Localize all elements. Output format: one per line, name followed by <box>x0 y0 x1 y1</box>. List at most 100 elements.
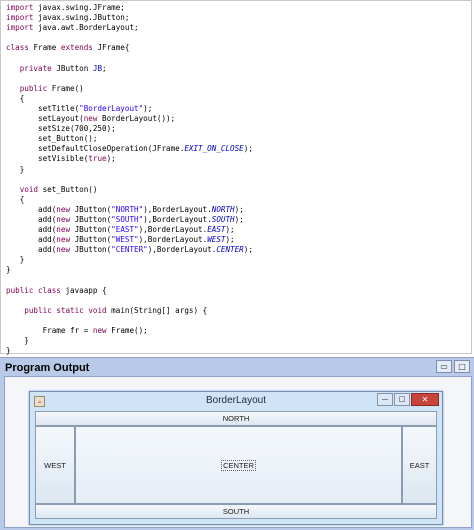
center-button[interactable]: CENTER <box>75 426 402 504</box>
code-line: void set_Button() <box>6 185 471 195</box>
code-token: new <box>56 225 75 235</box>
window-content: NORTH WEST CENTER EAST SOUTH <box>35 411 437 519</box>
code-line: add(new JButton("EAST"),BorderLayout.EAS… <box>6 225 471 235</box>
code-token: ); <box>243 245 253 255</box>
code-token: ),BorderLayout. <box>143 204 212 214</box>
code-token: new <box>83 114 103 124</box>
code-token: ),BorderLayout. <box>138 235 208 245</box>
code-token: JButton( <box>74 235 112 245</box>
code-line: { <box>6 195 471 205</box>
code-token: } <box>6 265 11 275</box>
output-maximize-button[interactable]: □ <box>454 360 470 373</box>
code-token: new <box>56 214 75 224</box>
code-line: import javax.swing.JButton; <box>6 13 471 23</box>
code-line: setVisible(true); <box>6 154 471 164</box>
code-token: setTitle( <box>6 103 80 113</box>
code-token: ; <box>102 63 107 73</box>
code-token: set_Button(); <box>6 134 98 144</box>
code-token: javaapp { <box>65 285 107 295</box>
code-token: javax.swing.JFrame; <box>38 3 125 12</box>
code-line: import java.awt.BorderLayout; <box>6 23 471 33</box>
code-token: JFrame{ <box>97 43 130 53</box>
code-line: public class javaapp { <box>6 286 471 296</box>
code-token: import <box>6 13 39 23</box>
code-token: import <box>6 3 39 12</box>
code-token: BorderLayout()); <box>102 114 176 124</box>
code-token: JButton( <box>74 245 112 255</box>
code-line: import javax.swing.JFrame; <box>6 3 471 13</box>
code-token: JButton <box>56 63 93 73</box>
east-button[interactable]: EAST <box>402 426 437 504</box>
output-minimize-button[interactable]: ▭ <box>436 360 452 373</box>
code-token: "SOUTH" <box>111 214 144 224</box>
code-line: } <box>6 265 471 275</box>
code-token: JButton( <box>74 225 112 235</box>
west-button[interactable]: WEST <box>35 426 75 504</box>
code-token: javax.swing.JButton; <box>38 13 130 23</box>
code-token: setVisible( <box>6 154 89 164</box>
borderlayout-window: ☕ BorderLayout — □ ✕ NORTH WEST CENTER E… <box>29 391 443 525</box>
window-titlebar[interactable]: ☕ BorderLayout — □ ✕ <box>30 392 442 409</box>
code-token: class <box>38 285 66 295</box>
code-token: "BorderLayout" <box>79 103 144 113</box>
code-token: private <box>6 63 57 73</box>
code-token: main(String[] args) { <box>111 305 208 315</box>
code-token: void <box>6 184 43 194</box>
code-token: true <box>88 154 107 164</box>
code-token: setLayout( <box>6 114 84 124</box>
code-token: ); <box>225 235 235 245</box>
code-token: "EAST" <box>111 225 139 235</box>
code-token: Frame <box>33 43 61 53</box>
window-minimize-button[interactable]: — <box>377 393 393 406</box>
center-button-label: CENTER <box>221 459 256 471</box>
code-token: set_Button() <box>42 184 98 194</box>
code-token: public <box>6 285 39 295</box>
code-token: add( <box>6 235 57 245</box>
code-token: } <box>6 346 11 356</box>
code-token: NORTH <box>211 204 235 214</box>
code-token: setDefaultCloseOperation(JFrame. <box>6 144 185 154</box>
code-token: SOUTH <box>211 214 235 224</box>
code-token: } <box>6 164 25 174</box>
code-token: ); <box>143 103 153 113</box>
code-token: add( <box>6 204 57 214</box>
code-token: WEST <box>207 235 226 245</box>
code-line: { <box>6 94 471 104</box>
north-button[interactable]: NORTH <box>35 411 437 426</box>
south-button[interactable]: SOUTH <box>35 504 437 519</box>
code-line: } <box>6 255 471 265</box>
code-line: set_Button(); <box>6 134 471 144</box>
window-close-button[interactable]: ✕ <box>411 393 439 406</box>
code-token: { <box>6 194 25 204</box>
code-line: private JButton JB; <box>6 64 471 74</box>
code-token: { <box>6 93 25 103</box>
code-token: ); <box>234 214 244 224</box>
code-token: ),BorderLayout. <box>143 214 212 224</box>
code-token: EAST <box>207 225 226 235</box>
code-token: new <box>56 235 75 245</box>
code-token: Frame fr = <box>6 326 93 335</box>
code-line: public static void main(String[] args) { <box>6 306 471 316</box>
code-line: add(new JButton("WEST"),BorderLayout.WES… <box>6 235 471 245</box>
code-editor[interactable]: import javax.swing.JFrame; import javax.s… <box>0 0 472 356</box>
code-line: } <box>6 336 471 346</box>
code-line: add(new JButton("NORTH"),BorderLayout.NO… <box>6 205 471 215</box>
code-token: JButton( <box>74 214 112 224</box>
code-token: Frame() <box>51 83 84 93</box>
code-token: static <box>56 305 89 315</box>
code-token: ),BorderLayout. <box>147 245 217 255</box>
code-line: Frame fr = new Frame(); <box>6 326 471 336</box>
code-token: CENTER <box>216 245 244 255</box>
window-controls: — □ ✕ <box>376 393 439 406</box>
code-token: "WEST" <box>111 235 139 245</box>
code-token: class <box>6 43 34 53</box>
window-maximize-button[interactable]: □ <box>394 393 410 406</box>
code-token: JB <box>92 63 103 73</box>
output-panel-title: Program Output <box>5 362 90 374</box>
code-token: } <box>6 255 25 265</box>
